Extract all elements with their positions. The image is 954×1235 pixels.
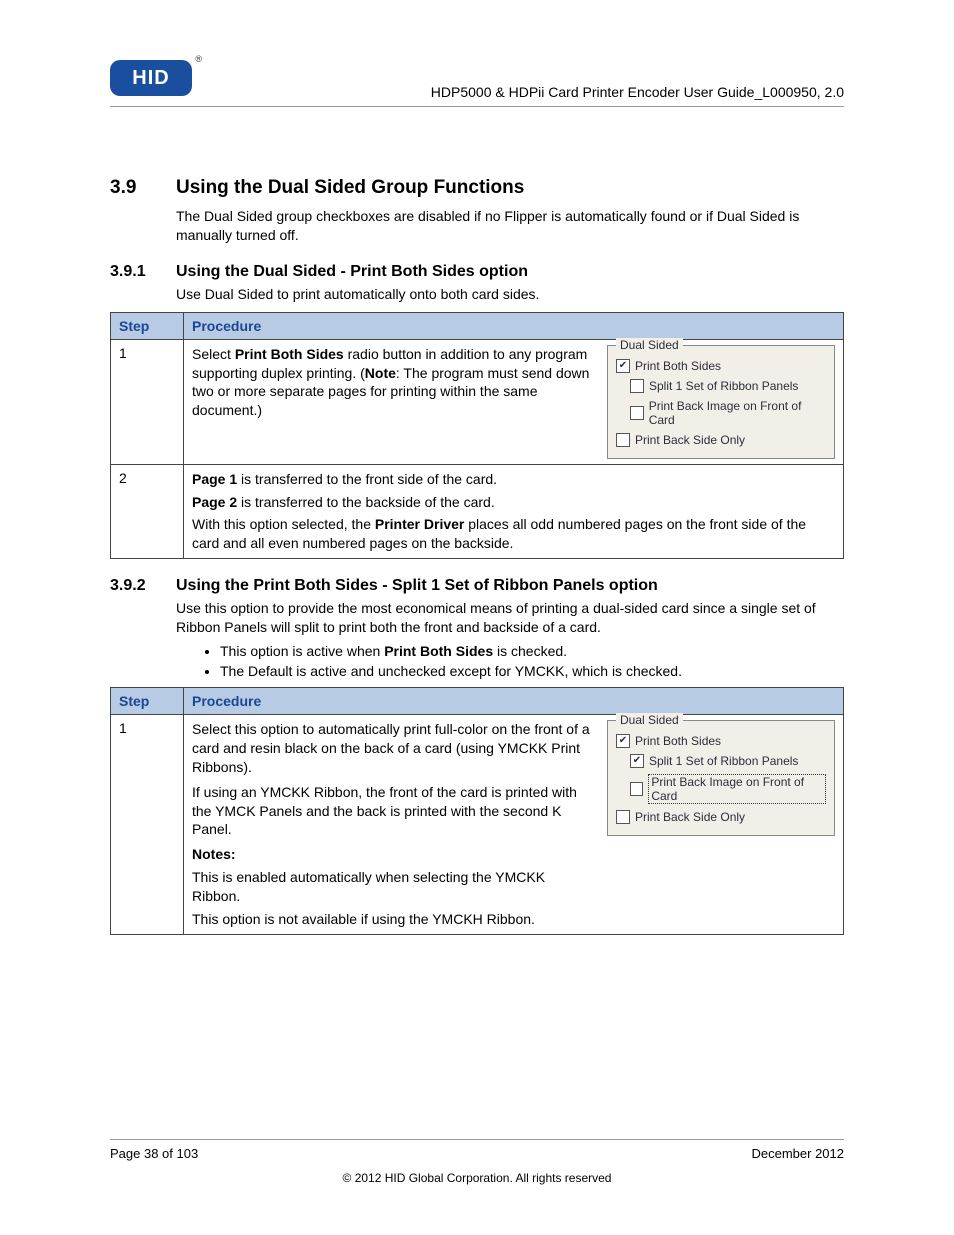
page-footer: Page 38 of 103 December 2012 © 2012 HID … [110,1133,844,1186]
dual-sided-groupbox: Dual Sided ✔ Print Both Sides Split 1 Se… [607,345,835,459]
step-cell: Select this option to automatically prin… [184,715,844,935]
section-intro-3-9-1: Use Dual Sided to print automatically on… [176,285,844,304]
table-header-row: Step Procedure [111,312,844,339]
col-step: Step [111,688,184,715]
checkbox-row-back-only: Print Back Side Only [616,430,826,450]
groupbox-legend: Dual Sided [616,713,683,727]
checkbox-icon: ✔ [616,359,630,373]
checkbox-icon [616,810,630,824]
section-number: 3.9 [110,177,176,199]
copyright: © 2012 HID Global Corporation. All right… [110,1171,844,1185]
checkbox-row-back-on-front: Print Back Image on Front of Card [616,396,826,430]
bullet-list: This option is active when Print Both Si… [110,643,844,679]
step-number: 1 [111,715,184,935]
checkbox-label: Print Back Side Only [635,810,745,824]
doc-title: HDP5000 & HDPii Card Printer Encoder Use… [431,84,844,100]
step-text: Page 1 is transferred to the front side … [184,464,844,559]
table-row: 1 Select Print Both Sides radio button i… [111,339,844,464]
checkbox-label: Print Both Sides [635,359,721,373]
col-procedure: Procedure [184,688,844,715]
hid-logo: HID [110,60,192,96]
col-procedure: Procedure [184,312,844,339]
checkbox-row-print-both-sides: ✔ Print Both Sides [616,356,826,376]
logo-text: HID [132,67,169,90]
dual-sided-groupbox: Dual Sided ✔ Print Both Sides ✔ Split 1 … [607,720,835,836]
groupbox-legend: Dual Sided [616,338,683,352]
header-rule [110,106,844,107]
checkbox-row-split-ribbon: Split 1 Set of Ribbon Panels [616,376,826,396]
section-number: 3.9.1 [110,263,176,281]
checkbox-row-split-ribbon: ✔ Split 1 Set of Ribbon Panels [616,751,826,771]
step-cell: Select Print Both Sides radio button in … [184,339,844,464]
col-step: Step [111,312,184,339]
section-title: Using the Dual Sided - Print Both Sides … [176,263,528,281]
registered-mark: ® [195,54,202,64]
section-intro-3-9-2: Use this option to provide the most econ… [176,599,844,637]
table-header-row: Step Procedure [111,688,844,715]
section-heading-3-9-2: 3.9.2 Using the Print Both Sides - Split… [110,577,844,595]
list-item: This option is active when Print Both Si… [220,643,844,659]
footer-rule [110,1139,844,1140]
table-row: 2 Page 1 is transferred to the front sid… [111,464,844,559]
section-title: Using the Print Both Sides - Split 1 Set… [176,577,658,595]
procedure-table-3-9-1: Step Procedure 1 Select Print Both Sides… [110,312,844,560]
checkbox-icon [630,782,643,796]
checkbox-icon: ✔ [630,754,644,768]
section-title: Using the Dual Sided Group Functions [176,177,524,199]
page-number: Page 38 of 103 [110,1146,198,1161]
step-text: Select Print Both Sides radio button in … [192,345,595,421]
section-heading-3-9-1: 3.9.1 Using the Dual Sided - Print Both … [110,263,844,281]
checkbox-label: Print Back Side Only [635,433,745,447]
checkbox-icon: ✔ [616,734,630,748]
page-header: HID ® HDP5000 & HDPii Card Printer Encod… [110,60,844,100]
checkbox-label: Split 1 Set of Ribbon Panels [649,379,798,393]
checkbox-icon [630,406,644,420]
checkbox-label: Split 1 Set of Ribbon Panels [649,754,798,768]
checkbox-icon [630,379,644,393]
step-text: Select this option to automatically prin… [192,720,595,929]
checkbox-label: Print Back Image on Front of Card [648,774,826,804]
checkbox-label: Print Both Sides [635,734,721,748]
section-heading-3-9: 3.9 Using the Dual Sided Group Functions [110,177,844,199]
checkbox-icon [616,433,630,447]
checkbox-row-back-on-front: Print Back Image on Front of Card [616,771,826,807]
checkbox-label: Print Back Image on Front of Card [649,399,826,427]
step-number: 2 [111,464,184,559]
step-number: 1 [111,339,184,464]
document-page: HID ® HDP5000 & HDPii Card Printer Encod… [0,0,954,1235]
section-intro-3-9: The Dual Sided group checkboxes are disa… [176,207,844,245]
section-number: 3.9.2 [110,577,176,595]
procedure-table-3-9-2: Step Procedure 1 Select this option to a… [110,687,844,935]
footer-date: December 2012 [752,1146,845,1161]
checkbox-row-print-both-sides: ✔ Print Both Sides [616,731,826,751]
checkbox-row-back-only: Print Back Side Only [616,807,826,827]
table-row: 1 Select this option to automatically pr… [111,715,844,935]
list-item: The Default is active and unchecked exce… [220,663,844,679]
